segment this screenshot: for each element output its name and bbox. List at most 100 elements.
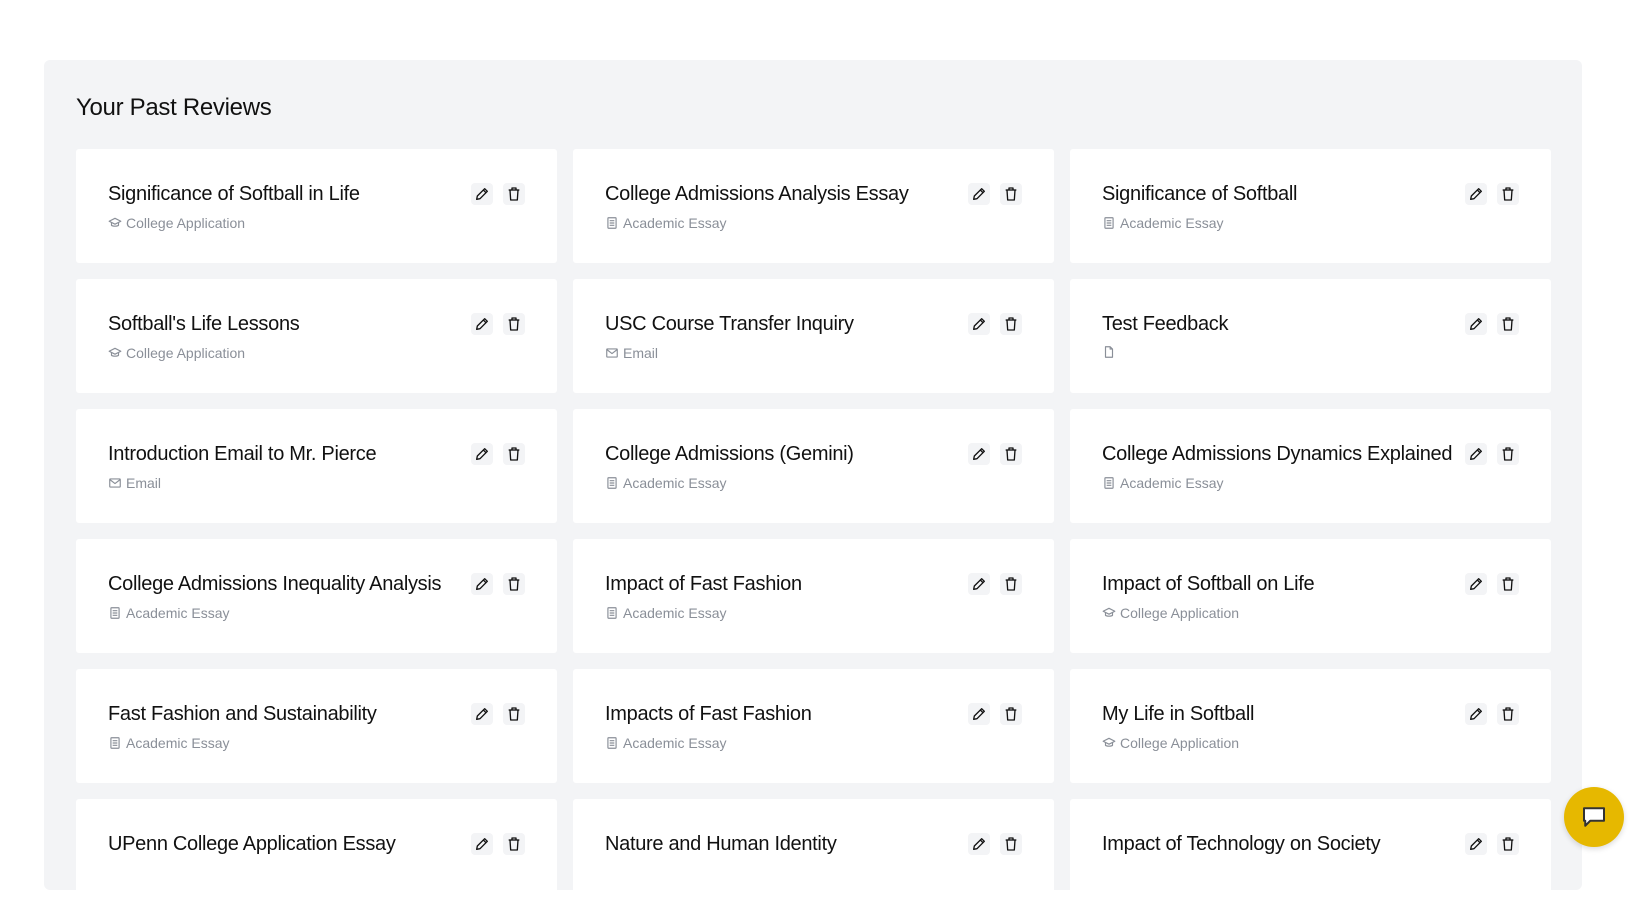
edit-button[interactable] <box>1465 443 1487 465</box>
review-type-label: College Application <box>126 345 246 361</box>
edit-button[interactable] <box>1465 573 1487 595</box>
review-title: College Admissions Dynamics Explained <box>1102 443 1453 465</box>
delete-button[interactable] <box>1000 703 1022 725</box>
review-card[interactable]: My Life in Softball College Application <box>1070 669 1551 783</box>
review-card[interactable]: Significance of Softball in Life College … <box>76 149 557 263</box>
review-card[interactable]: College Admissions Analysis Essay Academi… <box>573 149 1054 263</box>
trash-icon <box>1003 706 1019 722</box>
delete-button[interactable] <box>1497 703 1519 725</box>
review-card[interactable]: Test Feedback <box>1070 279 1551 393</box>
review-card[interactable]: USC Course Transfer Inquiry Email <box>573 279 1054 393</box>
edit-button[interactable] <box>968 183 990 205</box>
review-title: Impact of Softball on Life <box>1102 573 1315 595</box>
trash-icon <box>1003 446 1019 462</box>
trash-icon <box>506 706 522 722</box>
delete-button[interactable] <box>503 703 525 725</box>
review-actions <box>471 573 525 595</box>
pencil-icon <box>1468 576 1484 592</box>
graduation-cap-icon <box>1102 736 1116 750</box>
delete-button[interactable] <box>1497 833 1519 855</box>
delete-button[interactable] <box>503 183 525 205</box>
delete-button[interactable] <box>503 313 525 335</box>
review-card[interactable]: Fast Fashion and Sustainability Academic … <box>76 669 557 783</box>
edit-button[interactable] <box>471 573 493 595</box>
review-title: UPenn College Application Essay <box>108 833 396 855</box>
review-type: Academic Essay <box>605 735 726 751</box>
delete-button[interactable] <box>1000 443 1022 465</box>
delete-button[interactable] <box>1497 443 1519 465</box>
graduation-cap-icon <box>108 346 122 360</box>
review-card[interactable]: Nature and Human Identity <box>573 799 1054 913</box>
review-actions <box>968 573 1022 595</box>
trash-icon <box>506 836 522 852</box>
document-icon <box>605 216 619 230</box>
review-card[interactable]: Significance of Softball Academic Essay <box>1070 149 1551 263</box>
review-type: College Application <box>108 215 245 231</box>
review-card[interactable]: College Admissions (Gemini) Academic Essa… <box>573 409 1054 523</box>
edit-button[interactable] <box>1465 703 1487 725</box>
file-icon <box>1102 345 1116 359</box>
review-type: Academic Essay <box>605 475 726 491</box>
delete-button[interactable] <box>503 573 525 595</box>
delete-button[interactable] <box>1497 313 1519 335</box>
review-title: USC Course Transfer Inquiry <box>605 313 854 335</box>
graduation-cap-icon <box>1102 606 1116 620</box>
delete-button[interactable] <box>503 443 525 465</box>
review-title: Impacts of Fast Fashion <box>605 703 812 725</box>
document-icon <box>605 476 619 490</box>
review-type: Email <box>108 475 161 491</box>
pencil-icon <box>474 316 490 332</box>
edit-button[interactable] <box>471 833 493 855</box>
review-type-label: Academic Essay <box>1120 475 1224 491</box>
edit-button[interactable] <box>968 313 990 335</box>
edit-button[interactable] <box>471 313 493 335</box>
review-card[interactable]: Impacts of Fast Fashion Academic Essay <box>573 669 1054 783</box>
edit-button[interactable] <box>471 183 493 205</box>
review-card[interactable]: Impact of Fast Fashion Academic Essay <box>573 539 1054 653</box>
review-type-label: Academic Essay <box>126 735 230 751</box>
review-actions <box>1465 443 1519 465</box>
delete-button[interactable] <box>1000 573 1022 595</box>
delete-button[interactable] <box>1000 313 1022 335</box>
delete-button[interactable] <box>503 833 525 855</box>
edit-button[interactable] <box>1465 313 1487 335</box>
review-type-label: College Application <box>1120 605 1240 621</box>
edit-button[interactable] <box>471 443 493 465</box>
edit-button[interactable] <box>1465 183 1487 205</box>
edit-button[interactable] <box>968 573 990 595</box>
document-icon <box>605 606 619 620</box>
review-card[interactable]: Impact of Technology on Society <box>1070 799 1551 913</box>
delete-button[interactable] <box>1000 833 1022 855</box>
review-card[interactable]: College Admissions Dynamics Explained Aca… <box>1070 409 1551 523</box>
delete-button[interactable] <box>1497 573 1519 595</box>
pencil-icon <box>971 576 987 592</box>
review-card[interactable]: UPenn College Application Essay <box>76 799 557 913</box>
trash-icon <box>506 316 522 332</box>
review-actions <box>1465 313 1519 335</box>
pencil-icon <box>971 446 987 462</box>
review-type: College Application <box>1102 735 1239 751</box>
edit-button[interactable] <box>968 443 990 465</box>
review-card[interactable]: Impact of Softball on Life College Applic… <box>1070 539 1551 653</box>
review-type-label: Academic Essay <box>623 215 727 231</box>
edit-button[interactable] <box>968 833 990 855</box>
review-card[interactable]: College Admissions Inequality Analysis Ac… <box>76 539 557 653</box>
pencil-icon <box>971 186 987 202</box>
graduation-cap-icon <box>108 216 122 230</box>
mail-icon <box>605 346 619 360</box>
review-card[interactable]: Softball's Life Lessons College Applicati… <box>76 279 557 393</box>
review-card[interactable]: Introduction Email to Mr. Pierce Email <box>76 409 557 523</box>
review-title: Softball's Life Lessons <box>108 313 300 335</box>
review-actions <box>968 703 1022 725</box>
delete-button[interactable] <box>1497 183 1519 205</box>
review-actions <box>968 833 1022 855</box>
delete-button[interactable] <box>1000 183 1022 205</box>
review-actions <box>1465 703 1519 725</box>
edit-button[interactable] <box>1465 833 1487 855</box>
edit-button[interactable] <box>968 703 990 725</box>
chat-button[interactable] <box>1564 787 1624 847</box>
edit-button[interactable] <box>471 703 493 725</box>
pencil-icon <box>1468 316 1484 332</box>
review-actions <box>1465 573 1519 595</box>
pencil-icon <box>474 836 490 852</box>
